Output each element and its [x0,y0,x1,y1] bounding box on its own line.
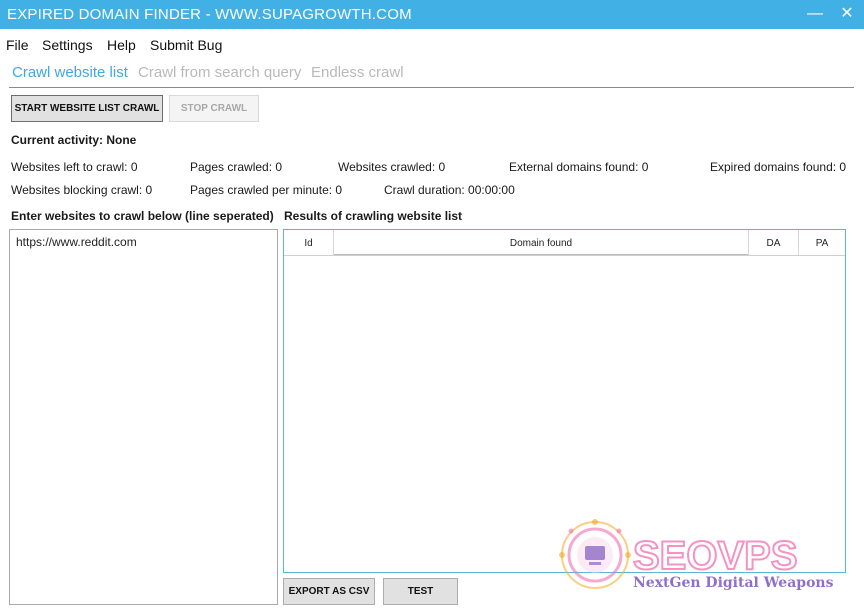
menu-bar: File Settings Help Submit Bug [0,29,864,59]
pages-crawled-stat: Pages crawled: 0 [190,160,283,174]
tab-divider [9,87,854,88]
watermark-tagline: NextGen Digital Weapons [633,575,834,591]
window-title: EXPIRED DOMAIN FINDER - WWW.SUPAGROWTH.C… [7,6,412,23]
websites-left-stat: Websites left to crawl: 0 [11,160,138,174]
test-button[interactable]: TEST [383,578,458,605]
websites-input[interactable]: https://www.reddit.com [9,229,278,605]
column-id[interactable]: Id [284,230,334,256]
start-crawl-button[interactable]: START WEBSITE LIST CRAWL [11,95,163,122]
expired-domains-stat: Expired domains found: 0 [710,160,847,174]
results-grid-header: Id Domain found DA PA [284,230,845,256]
menu-file[interactable]: File [6,37,29,53]
header-divider [284,255,845,256]
input-label: Enter websites to crawl below (line sepe… [11,209,274,223]
pages-per-minute-stat: Pages crawled per minute: 0 [190,183,343,197]
close-button[interactable]: ✕ [835,3,859,25]
tab-crawl-website-list[interactable]: Crawl website list [12,64,128,81]
column-da[interactable]: DA [749,230,799,256]
tab-crawl-from-search-query[interactable]: Crawl from search query [138,64,301,81]
watermark-brand: SEOVPS [633,534,798,578]
seovps-logo: SEOVPS NextGen Digital Weapons [559,519,834,591]
current-activity: Current activity: None [11,133,137,147]
websites-blocking-stat: Websites blocking crawl: 0 [11,183,153,197]
menu-help[interactable]: Help [107,37,136,53]
minimize-button[interactable]: — [803,3,827,25]
column-domain-found[interactable]: Domain found [334,230,749,256]
crawl-duration-stat: Crawl duration: 00:00:00 [384,183,515,197]
export-csv-button[interactable]: EXPORT AS CSV [283,578,375,605]
menu-submit-bug[interactable]: Submit Bug [150,37,222,53]
external-domains-stat: External domains found: 0 [509,160,649,174]
column-pa[interactable]: PA [799,230,845,256]
websites-input-value: https://www.reddit.com [16,235,137,249]
stop-crawl-button[interactable]: STOP CRAWL [169,95,259,122]
title-bar: EXPIRED DOMAIN FINDER - WWW.SUPAGROWTH.C… [0,0,864,29]
menu-settings[interactable]: Settings [42,37,93,53]
seovps-watermark: SEOVPS NextGen Digital Weapons [553,519,838,597]
results-label: Results of crawling website list [284,209,463,223]
websites-crawled-stat: Websites crawled: 0 [338,160,446,174]
tab-endless-crawl[interactable]: Endless crawl [311,64,404,81]
